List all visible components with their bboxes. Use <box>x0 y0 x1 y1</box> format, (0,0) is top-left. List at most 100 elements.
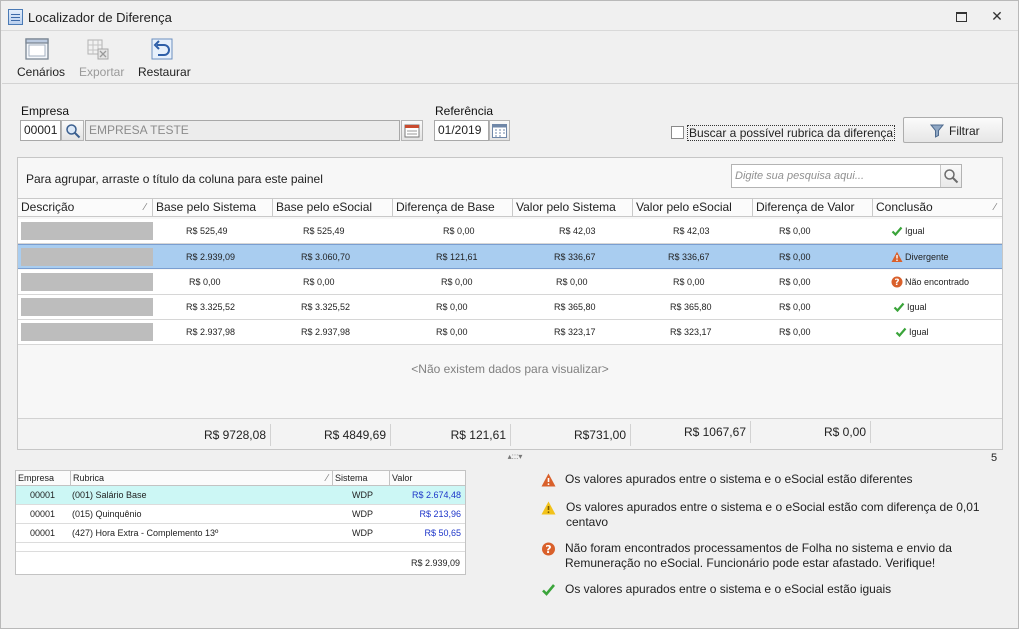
rubric-row-selected[interactable]: 00001 (001) Salário Base WDP R$ 2.674,48 <box>16 486 465 505</box>
table-row[interactable]: R$ 3.325,52 R$ 3.325,52 R$ 0,00 R$ 365,8… <box>18 295 1002 320</box>
legend-divergent-text: Os valores apurados entre o sistema e o … <box>565 472 913 486</box>
cell-base-esocial: R$ 3.060,70 <box>301 252 351 262</box>
column-conclusion[interactable]: Conclusão ∕ <box>873 199 1002 216</box>
cell-diferenca-base: R$ 121,61 <box>436 252 478 262</box>
check-icon <box>891 226 903 236</box>
cell-valor-sistema: R$ 323,17 <box>554 327 596 337</box>
total-diferenca-valor: R$ 0,00 <box>751 421 871 443</box>
window: Localizador de Diferença ✕ Cenários Expo… <box>0 0 1019 629</box>
empty-data-message: <Não existem dados para visualizar> <box>411 362 609 376</box>
sort-indicator-icon: ∕ <box>144 202 146 213</box>
close-window-button[interactable]: ✕ <box>990 9 1004 23</box>
cell-diferenca-base: R$ 0,00 <box>441 277 473 287</box>
cell-conclusion: Igual <box>895 320 929 344</box>
company-name-field: EMPRESA TESTE <box>85 120 400 141</box>
search-rubric-label[interactable]: Buscar a possível rubrica da diferença <box>687 125 896 141</box>
export-grid-icon <box>87 39 109 60</box>
grid-search-button[interactable] <box>940 165 961 187</box>
window-title: Localizador de Diferença <box>28 10 172 25</box>
search-icon <box>66 124 81 139</box>
column-system[interactable]: Sistema <box>333 471 390 486</box>
restore-window-button[interactable] <box>954 9 968 23</box>
cell-base-sistema: R$ 3.325,52 <box>186 302 236 312</box>
cell-diferenca-valor: R$ 0,00 <box>779 277 811 287</box>
legend-warning-text: Os valores apurados entre o sistema e o … <box>566 500 980 529</box>
cell-diferenca-valor: R$ 0,00 <box>779 252 811 262</box>
rubric-name: (015) Quinquênio <box>72 509 142 519</box>
column-rubric[interactable]: Rubrica ∕ <box>71 471 333 486</box>
cell-conclusion: Divergente <box>891 245 949 269</box>
check-icon <box>893 302 905 312</box>
company-code-field[interactable]: 00001 <box>20 120 61 141</box>
cell-valor-sistema: R$ 365,80 <box>554 302 596 312</box>
column-value[interactable]: Valor <box>390 471 465 486</box>
export-button[interactable]: Exportar <box>78 32 128 84</box>
cell-base-esocial: R$ 0,00 <box>303 277 335 287</box>
total-base-esocial: R$ 4849,69 <box>271 424 391 446</box>
cell-valor-esocial: R$ 42,03 <box>673 226 710 236</box>
total-valor-sistema: R$731,00 <box>511 424 631 446</box>
rubric-company: 00001 <box>30 528 56 538</box>
legend-warning: Os valores apurados entre o sistema e o … <box>541 500 991 532</box>
cell-valor-esocial: R$ 323,17 <box>670 327 712 337</box>
rubric-value: R$ 213,96 <box>419 509 461 519</box>
redacted-description <box>21 222 153 240</box>
redacted-description <box>21 298 153 316</box>
search-rubric-checkbox[interactable] <box>671 126 684 139</box>
rubrics-total-value: R$ 2.939,09 <box>410 558 460 568</box>
cell-base-sistema: R$ 2.939,09 <box>186 252 236 262</box>
panel-splitter[interactable]: ▴:::▾ <box>501 453 529 461</box>
cell-conclusion: Igual <box>893 295 927 319</box>
column-base-sistema[interactable]: Base pelo Sistema <box>153 199 273 216</box>
table-row[interactable]: R$ 0,00 R$ 0,00 R$ 0,00 R$ 0,00 R$ 0,00 … <box>18 270 1002 295</box>
restore-icon <box>151 38 173 60</box>
question-icon: ? <box>891 276 903 288</box>
column-valor-sistema[interactable]: Valor pelo Sistema <box>513 199 633 216</box>
cell-diferenca-base: R$ 0,00 <box>436 302 468 312</box>
table-row[interactable]: R$ 525,49 R$ 525,49 R$ 0,00 R$ 42,03 R$ … <box>18 219 1002 244</box>
grid-totals: R$ 9728,08 R$ 4849,69 R$ 121,61 R$731,00… <box>18 418 1002 449</box>
cell-base-sistema: R$ 2.937,98 <box>186 327 236 337</box>
legend-not-found-text: Não foram encontrados processamentos de … <box>565 541 952 570</box>
grid-header: Descrição ∕ Base pelo Sistema Base pelo e… <box>18 198 1002 217</box>
column-valor-esocial[interactable]: Valor pelo eSocial <box>633 199 753 216</box>
reference-field[interactable]: 01/2019 <box>434 120 489 141</box>
scenarios-button[interactable]: Cenários <box>12 32 65 84</box>
total-valor-esocial: R$ 1067,67 <box>631 421 751 443</box>
rubric-company: 00001 <box>30 490 56 500</box>
cell-valor-sistema: R$ 42,03 <box>559 226 596 236</box>
company-search-button[interactable] <box>61 120 84 141</box>
cell-valor-esocial: R$ 336,67 <box>668 252 710 262</box>
table-row[interactable]: R$ 2.937,98 R$ 2.937,98 R$ 0,00 R$ 323,1… <box>18 320 1002 345</box>
table-row-selected[interactable]: R$ 2.939,09 R$ 3.060,70 R$ 121,61 R$ 336… <box>18 244 1002 269</box>
search-icon <box>944 169 959 184</box>
rubric-row[interactable]: 00001 (015) Quinquênio WDP R$ 213,96 <box>16 505 465 524</box>
record-count: 5 <box>991 452 998 464</box>
form-icon <box>404 124 420 138</box>
rubrics-header: Empresa Rubrica ∕ Sistema Valor <box>16 471 465 486</box>
check-icon <box>895 327 907 337</box>
group-panel[interactable]: Para agrupar, arraste o título da coluna… <box>18 158 1002 198</box>
rubric-value: R$ 2.674,48 <box>411 490 461 500</box>
sort-indicator-icon: ∕ <box>326 473 328 484</box>
company-details-button[interactable] <box>401 120 423 141</box>
legend-equal-text: Os valores apurados entre o sistema e o … <box>565 582 892 596</box>
calendar-button[interactable] <box>489 120 510 141</box>
cell-diferenca-valor: R$ 0,00 <box>779 302 811 312</box>
column-diferenca-base[interactable]: Diferença de Base <box>393 199 513 216</box>
rubric-value: R$ 50,65 <box>424 528 461 538</box>
redacted-description <box>21 248 153 266</box>
column-description[interactable]: Descrição ∕ <box>18 199 153 216</box>
warning-yellow-icon <box>541 501 556 515</box>
filter-button[interactable]: Filtrar <box>903 117 1003 143</box>
column-company[interactable]: Empresa <box>16 471 71 486</box>
column-diferenca-valor[interactable]: Diferença de Valor <box>753 199 873 216</box>
restore-button[interactable]: Restaurar <box>137 32 193 84</box>
rubric-row[interactable]: 00001 (427) Hora Extra - Complemento 13º… <box>16 524 465 543</box>
window-icon <box>25 38 49 60</box>
app-icon <box>8 9 23 25</box>
grid-search-input[interactable]: Digite sua pesquisa aqui... <box>731 164 962 188</box>
differences-grid: Para agrupar, arraste o título da coluna… <box>17 157 1003 450</box>
cell-conclusion: Igual <box>891 219 925 243</box>
column-base-esocial[interactable]: Base pelo eSocial <box>273 199 393 216</box>
